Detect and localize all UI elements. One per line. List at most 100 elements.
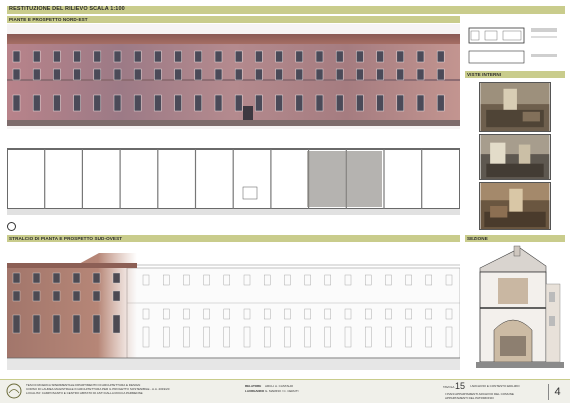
facade-window xyxy=(356,50,364,63)
facade-window xyxy=(53,50,61,63)
facade-window xyxy=(154,68,162,81)
ground-floor-plan xyxy=(7,145,460,217)
facade-window xyxy=(154,50,162,63)
facade-window xyxy=(275,50,283,63)
north-arrow-icon xyxy=(7,222,16,231)
facade-window xyxy=(315,94,324,112)
facade-window xyxy=(295,94,304,112)
facade-window xyxy=(32,272,41,284)
facade-window xyxy=(174,68,182,81)
facade-window xyxy=(295,68,304,81)
facade-window xyxy=(275,94,283,112)
facade-window xyxy=(73,94,81,112)
facade-window xyxy=(92,272,101,284)
project-line-1: I ARCHIVIO E CONTESTO EDILIZIO xyxy=(470,384,520,388)
interior-photo-1 xyxy=(479,82,551,132)
facade-window xyxy=(113,94,122,112)
facade-window xyxy=(214,68,223,81)
facade-window xyxy=(234,68,243,81)
facade-window xyxy=(376,68,384,81)
facade-window xyxy=(112,290,121,302)
facade-window xyxy=(275,68,283,81)
facade-window xyxy=(214,94,223,112)
facade-window xyxy=(174,50,182,63)
facade-window xyxy=(72,272,81,284)
facade-window xyxy=(396,94,405,112)
facade-window xyxy=(52,314,61,334)
facade-window xyxy=(416,50,425,63)
facade-window xyxy=(154,94,162,112)
candidate-label: LAUREANDO xyxy=(245,389,265,393)
facade-window xyxy=(255,50,263,63)
candidate-name: G. MARINO / C. CERUTI xyxy=(265,389,299,393)
facade-window xyxy=(396,68,405,81)
facade-window xyxy=(93,50,102,63)
facade-window xyxy=(194,94,203,112)
interior-photo-2 xyxy=(479,134,551,180)
project-line-3: APPARTAMENTI DEL PATRIMONIO xyxy=(445,396,494,400)
facade-window xyxy=(335,94,344,112)
facade-window xyxy=(92,290,101,302)
facade-window xyxy=(93,94,102,112)
facade-window xyxy=(73,68,81,81)
facade-window xyxy=(53,68,61,81)
key-plan xyxy=(465,24,565,68)
facade-window xyxy=(255,68,263,81)
facade-window xyxy=(12,68,21,81)
interior-photo-3 xyxy=(479,182,551,230)
sheet-label: TAVOLA xyxy=(443,385,455,389)
north-east-heading: PIANTE E PROSPETTO NORD-EST xyxy=(7,16,460,23)
facade-window xyxy=(396,50,405,63)
facade-window xyxy=(12,272,21,284)
facade-window xyxy=(112,314,121,334)
facade-window xyxy=(32,68,41,81)
facade-window xyxy=(133,94,142,112)
facade-window xyxy=(73,50,81,63)
facade-window xyxy=(93,68,102,81)
main-door xyxy=(243,106,253,120)
facade-window xyxy=(52,272,61,284)
north-east-facade-elevation xyxy=(7,24,460,129)
facade-window xyxy=(436,50,445,63)
facade-window xyxy=(234,50,243,63)
facade-window xyxy=(214,50,223,63)
facade-window xyxy=(12,50,21,63)
advisor-name: ARCH. A. CASTALDI xyxy=(265,384,294,388)
facade-window xyxy=(194,50,203,63)
interior-views-heading: VISTE INTERNI xyxy=(465,71,565,78)
facade-window xyxy=(416,94,425,112)
facade-window xyxy=(32,94,41,112)
facade-window xyxy=(356,94,364,112)
facade-window xyxy=(133,68,142,81)
course-line-3: LOCALITA' CAMPOSANTO E CENTRO ABITATO DI… xyxy=(26,391,143,395)
page-number: 4 xyxy=(548,384,566,400)
facade-window xyxy=(32,290,41,302)
facade-window xyxy=(234,94,243,112)
facade-window xyxy=(113,68,122,81)
university-logo-icon xyxy=(6,383,22,399)
south-west-heading: STRALCIO DI PIANTA E PROSPETTO SUD-OVEST xyxy=(7,235,460,242)
facade-window xyxy=(376,94,384,112)
facade-window xyxy=(335,68,344,81)
facade-window xyxy=(12,290,21,302)
south-west-facade-elevation xyxy=(7,243,460,373)
sheet-number: 15 xyxy=(455,381,466,391)
facade-window xyxy=(133,50,142,63)
plan-photo-patch xyxy=(307,151,382,207)
facade-window xyxy=(255,94,263,112)
facade-window xyxy=(295,50,304,63)
facade-window xyxy=(72,314,81,334)
facade-window xyxy=(32,50,41,63)
facade-window xyxy=(53,94,61,112)
building-section xyxy=(476,244,564,374)
facade-window xyxy=(113,50,122,63)
facade-window xyxy=(12,94,21,112)
section-heading: SEZIONE xyxy=(465,235,565,242)
facade-window xyxy=(315,50,324,63)
facade-window xyxy=(174,94,182,112)
facade-window xyxy=(92,314,101,334)
facade-window xyxy=(356,68,364,81)
facade-window xyxy=(436,94,445,112)
facade-window xyxy=(32,314,41,334)
sheet-title: RESTITUZIONE DEL RILIEVO SCALA 1:100 xyxy=(7,6,565,14)
